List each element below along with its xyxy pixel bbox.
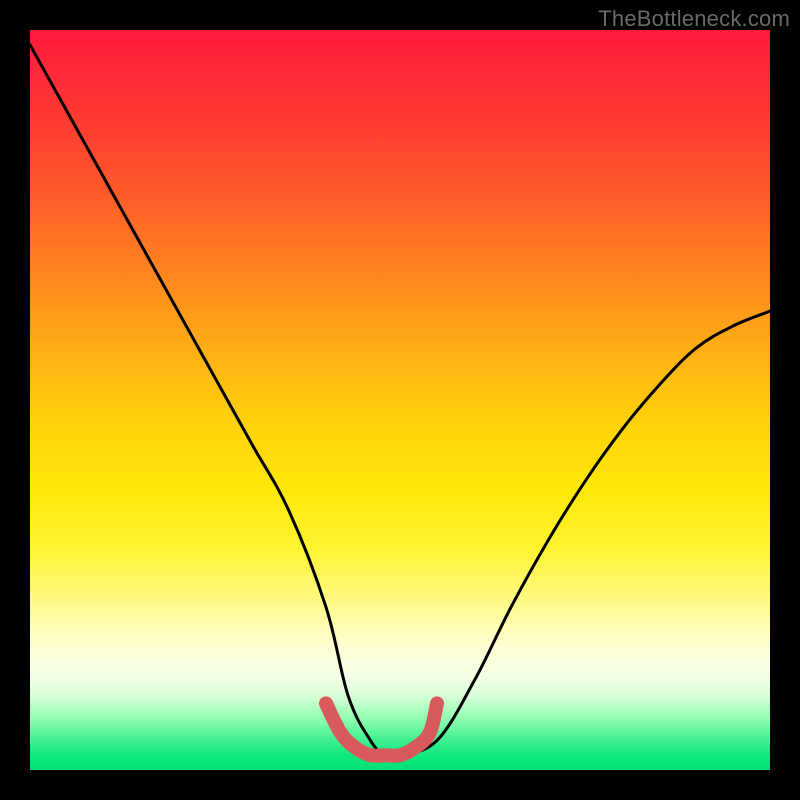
trough-marker xyxy=(326,703,437,755)
watermark-text: TheBottleneck.com xyxy=(598,6,790,32)
chart-svg xyxy=(30,30,770,770)
plot-area xyxy=(30,30,770,770)
bottleneck-curve xyxy=(30,45,770,757)
chart-frame: TheBottleneck.com xyxy=(0,0,800,800)
